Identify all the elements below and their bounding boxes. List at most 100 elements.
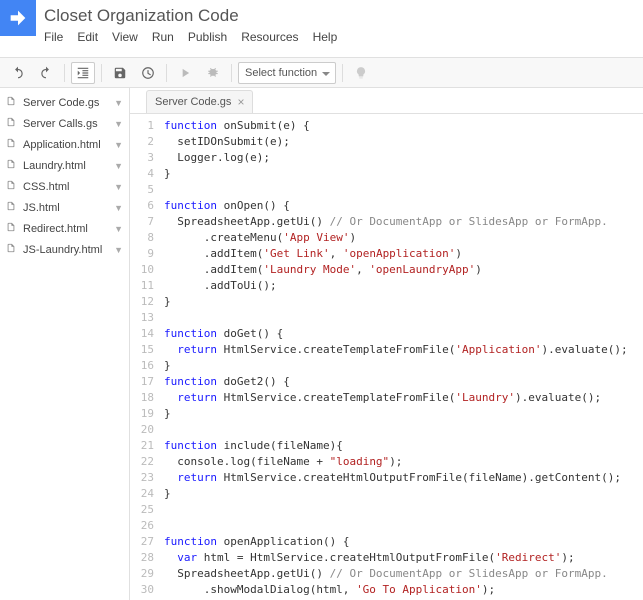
menu-view[interactable]: View [112, 30, 138, 44]
code-line[interactable]: 27function openApplication() { [130, 534, 643, 550]
code-line[interactable]: 8 .createMenu('App View') [130, 230, 643, 246]
code-line[interactable]: 10 .addItem('Laundry Mode', 'openLaundry… [130, 262, 643, 278]
line-source[interactable]: function onOpen() { [164, 198, 643, 214]
code-line[interactable]: 22 console.log(fileName + "loading"); [130, 454, 643, 470]
file-item[interactable]: Redirect.html▼ [0, 218, 129, 239]
menu-run[interactable]: Run [152, 30, 174, 44]
menu-file[interactable]: File [44, 30, 63, 44]
chevron-down-icon[interactable]: ▼ [114, 203, 123, 213]
close-icon[interactable]: × [237, 95, 244, 109]
file-item[interactable]: CSS.html▼ [0, 176, 129, 197]
line-source[interactable] [164, 182, 643, 198]
line-source[interactable]: SpreadsheetApp.getUi() // Or DocumentApp… [164, 566, 643, 582]
menu-edit[interactable]: Edit [77, 30, 98, 44]
file-item[interactable]: Server Code.gs▼ [0, 92, 129, 113]
code-line[interactable]: 7 SpreadsheetApp.getUi() // Or DocumentA… [130, 214, 643, 230]
line-source[interactable]: } [164, 486, 643, 502]
line-source[interactable]: return HtmlService.createHtmlOutputFromF… [164, 470, 643, 486]
lightbulb-button[interactable] [349, 62, 373, 84]
file-icon [6, 116, 18, 131]
line-source[interactable]: return HtmlService.createTemplateFromFil… [164, 390, 643, 406]
chevron-down-icon[interactable]: ▼ [114, 224, 123, 234]
code-line[interactable]: 2 setIDOnSubmit(e); [130, 134, 643, 150]
line-number: 1 [130, 118, 164, 134]
code-line[interactable]: 20 [130, 422, 643, 438]
line-source[interactable] [164, 310, 643, 326]
tab-server-code[interactable]: Server Code.gs × [146, 90, 253, 113]
line-source[interactable]: function onSubmit(e) { [164, 118, 643, 134]
line-source[interactable]: .showModalDialog(html, 'Go To Applicatio… [164, 582, 643, 598]
code-line[interactable]: 24} [130, 486, 643, 502]
function-selector[interactable]: Select function [238, 62, 336, 84]
line-source[interactable]: var html = HtmlService.createHtmlOutputF… [164, 550, 643, 566]
code-line[interactable]: 5 [130, 182, 643, 198]
line-number: 14 [130, 326, 164, 342]
line-source[interactable]: console.log(fileName + "loading"); [164, 454, 643, 470]
line-source[interactable]: .addItem('Get Link', 'openApplication') [164, 246, 643, 262]
code-line[interactable]: 15 return HtmlService.createTemplateFrom… [130, 342, 643, 358]
chevron-down-icon[interactable]: ▼ [114, 182, 123, 192]
debug-button[interactable] [201, 62, 225, 84]
line-source[interactable]: function openApplication() { [164, 534, 643, 550]
code-line[interactable]: 25 [130, 502, 643, 518]
code-line[interactable]: 17function doGet2() { [130, 374, 643, 390]
code-line[interactable]: 21function include(fileName){ [130, 438, 643, 454]
line-source[interactable] [164, 502, 643, 518]
menu-publish[interactable]: Publish [188, 30, 227, 44]
code-line[interactable]: 1function onSubmit(e) { [130, 118, 643, 134]
code-line[interactable]: 13 [130, 310, 643, 326]
app-logo[interactable] [0, 0, 36, 36]
project-title[interactable]: Closet Organization Code [44, 4, 643, 30]
menu-help[interactable]: Help [313, 30, 338, 44]
save-button[interactable] [108, 62, 132, 84]
line-source[interactable]: .addItem('Laundry Mode', 'openLaundryApp… [164, 262, 643, 278]
menu-resources[interactable]: Resources [241, 30, 298, 44]
run-button[interactable] [173, 62, 197, 84]
redo-button[interactable] [34, 62, 58, 84]
file-item[interactable]: JS-Laundry.html▼ [0, 239, 129, 260]
file-item[interactable]: Application.html▼ [0, 134, 129, 155]
code-line[interactable]: 28 var html = HtmlService.createHtmlOutp… [130, 550, 643, 566]
file-item[interactable]: Server Calls.gs▼ [0, 113, 129, 134]
line-source[interactable]: function include(fileName){ [164, 438, 643, 454]
line-source[interactable] [164, 422, 643, 438]
undo-button[interactable] [6, 62, 30, 84]
code-line[interactable]: 12} [130, 294, 643, 310]
code-editor[interactable]: 1function onSubmit(e) {2 setIDOnSubmit(e… [130, 114, 643, 600]
line-source[interactable]: } [164, 166, 643, 182]
code-line[interactable]: 23 return HtmlService.createHtmlOutputFr… [130, 470, 643, 486]
code-line[interactable]: 6function onOpen() { [130, 198, 643, 214]
chevron-down-icon[interactable]: ▼ [114, 161, 123, 171]
code-line[interactable]: 9 .addItem('Get Link', 'openApplication'… [130, 246, 643, 262]
file-item[interactable]: JS.html▼ [0, 197, 129, 218]
line-source[interactable]: function doGet() { [164, 326, 643, 342]
clock-button[interactable] [136, 62, 160, 84]
chevron-down-icon[interactable]: ▼ [114, 98, 123, 108]
line-source[interactable]: function doGet2() { [164, 374, 643, 390]
chevron-down-icon[interactable]: ▼ [114, 245, 123, 255]
code-line[interactable]: 16} [130, 358, 643, 374]
file-item[interactable]: Laundry.html▼ [0, 155, 129, 176]
indent-button[interactable] [71, 62, 95, 84]
code-line[interactable]: 14function doGet() { [130, 326, 643, 342]
code-line[interactable]: 19} [130, 406, 643, 422]
line-source[interactable]: .createMenu('App View') [164, 230, 643, 246]
line-source[interactable]: } [164, 406, 643, 422]
code-line[interactable]: 30 .showModalDialog(html, 'Go To Applica… [130, 582, 643, 598]
code-line[interactable]: 18 return HtmlService.createTemplateFrom… [130, 390, 643, 406]
line-source[interactable] [164, 518, 643, 534]
line-source[interactable]: Logger.log(e); [164, 150, 643, 166]
line-source[interactable]: } [164, 294, 643, 310]
code-line[interactable]: 11 .addToUi(); [130, 278, 643, 294]
chevron-down-icon[interactable]: ▼ [114, 140, 123, 150]
chevron-down-icon[interactable]: ▼ [114, 119, 123, 129]
line-source[interactable]: setIDOnSubmit(e); [164, 134, 643, 150]
line-source[interactable]: } [164, 358, 643, 374]
code-line[interactable]: 29 SpreadsheetApp.getUi() // Or Document… [130, 566, 643, 582]
code-line[interactable]: 26 [130, 518, 643, 534]
code-line[interactable]: 4} [130, 166, 643, 182]
line-source[interactable]: .addToUi(); [164, 278, 643, 294]
code-line[interactable]: 3 Logger.log(e); [130, 150, 643, 166]
line-source[interactable]: SpreadsheetApp.getUi() // Or DocumentApp… [164, 214, 643, 230]
line-source[interactable]: return HtmlService.createTemplateFromFil… [164, 342, 643, 358]
